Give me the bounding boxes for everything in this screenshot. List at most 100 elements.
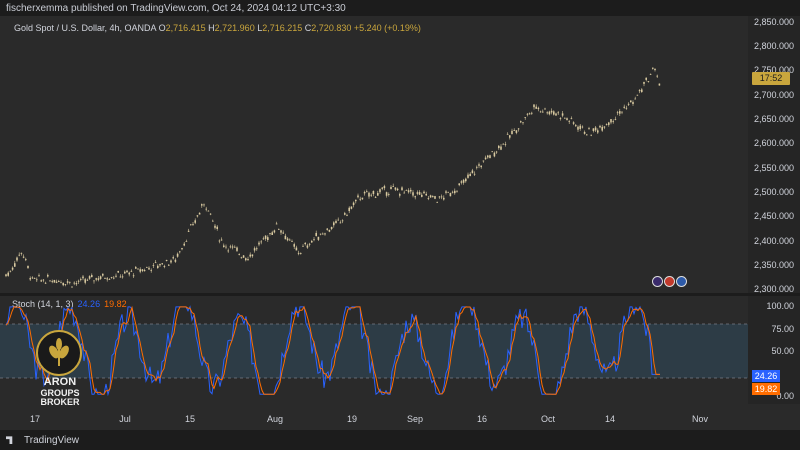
candle-body	[198, 212, 201, 215]
price-tick-label: 2,800.000	[753, 41, 794, 52]
candle-body	[627, 103, 630, 105]
candle-body	[84, 279, 86, 283]
candle-body	[229, 246, 232, 248]
candle-body	[638, 90, 641, 92]
candle-body	[102, 273, 104, 276]
candle-body	[258, 242, 260, 245]
candle-body	[634, 98, 636, 100]
candle-body	[491, 151, 493, 153]
candle-body	[454, 190, 456, 194]
candle-body	[493, 152, 496, 157]
candle-body	[5, 274, 7, 277]
candle-body	[284, 235, 287, 240]
candle-body	[592, 128, 595, 131]
candle-body	[315, 232, 317, 237]
candle-body	[484, 157, 487, 160]
stoch-tick-label: 50.00	[771, 346, 794, 356]
candle-body	[524, 117, 526, 118]
candle-body	[308, 243, 311, 245]
candle-body	[86, 279, 89, 281]
candle-body	[168, 264, 170, 266]
candle-body	[22, 256, 25, 258]
candle-body	[482, 160, 485, 162]
candle-body	[427, 198, 430, 199]
candle-body	[515, 130, 518, 133]
candle-body	[47, 274, 49, 277]
candle-body	[53, 279, 56, 283]
time-axis[interactable]: 17 Jul 15 Aug 19 Sep 16 Oct 14 Nov	[0, 407, 748, 427]
candle-body	[341, 220, 344, 222]
candle-body	[311, 240, 313, 243]
candle-body	[498, 145, 500, 149]
candle-body	[647, 81, 650, 82]
event-icon-1[interactable]	[652, 276, 663, 287]
candle-body	[645, 77, 647, 80]
price-axis[interactable]: 2,850.000 2,800.000 2,750.000 2,700.000 2,65…	[748, 16, 800, 294]
candle-body	[590, 134, 592, 136]
footer: TradingView	[0, 430, 800, 450]
candle-body	[135, 267, 137, 269]
candle-body	[295, 247, 298, 251]
broker-logo: ARON GROUPS BROKER	[34, 330, 86, 407]
us-flag-icon-2[interactable]	[676, 276, 687, 287]
candle-body	[75, 283, 78, 285]
stoch-chart[interactable]	[0, 296, 748, 404]
candle-body	[537, 107, 540, 110]
candle-body	[548, 111, 551, 115]
candle-body	[539, 111, 542, 113]
candle-body	[328, 229, 331, 232]
candle-body	[130, 270, 133, 272]
candle-body	[240, 257, 243, 259]
candle-body	[174, 259, 177, 262]
candle-body	[282, 232, 284, 234]
candle-body	[60, 282, 62, 284]
candle-body	[44, 282, 47, 284]
candle-body	[502, 143, 504, 145]
candle-body	[304, 242, 306, 245]
event-markers[interactable]	[652, 276, 694, 290]
candle-body	[139, 269, 141, 272]
candle-body	[179, 251, 181, 253]
candle-body	[423, 191, 425, 194]
tradingview-logo[interactable]: TradingView	[6, 435, 79, 446]
candle-body	[148, 267, 150, 270]
price-chart[interactable]	[0, 16, 748, 293]
stoch-k-tag: 24.26	[752, 370, 780, 382]
candle-body	[137, 268, 139, 270]
candle-body	[533, 104, 535, 108]
candle-body	[462, 179, 465, 183]
candle-body	[357, 195, 359, 198]
candle-body	[317, 236, 320, 240]
time-tick-label: 16	[476, 414, 488, 424]
candle-body	[88, 276, 91, 279]
brand-name: TradingView	[24, 435, 80, 446]
candle-body	[636, 94, 639, 96]
candle-body	[280, 230, 282, 233]
candle-body	[625, 107, 628, 109]
candle-body	[632, 102, 634, 104]
candle-body	[161, 263, 163, 265]
candle-body	[253, 248, 256, 251]
candle-body	[69, 281, 71, 283]
candle-body	[390, 186, 392, 189]
price-tick-label: 2,850.000	[753, 16, 794, 27]
price-tick-label: 2,500.000	[753, 186, 794, 197]
candle-body	[370, 194, 372, 196]
candle-body	[187, 230, 190, 232]
candle-body	[176, 253, 179, 257]
stoch-d-tag: 19.82	[752, 383, 780, 395]
candle-body	[220, 239, 223, 241]
candle-body	[264, 235, 267, 239]
candle-body	[141, 269, 144, 271]
price-tick-label: 2,400.000	[753, 235, 794, 246]
candle-body	[361, 197, 364, 200]
candle-body	[306, 245, 309, 248]
candle-body	[412, 192, 414, 196]
candle-body	[291, 241, 293, 242]
candle-body	[223, 245, 225, 247]
candle-body	[368, 192, 370, 197]
candle-body	[348, 207, 350, 212]
candle-body	[117, 270, 119, 273]
us-flag-icon-1[interactable]	[664, 276, 675, 287]
candle-body	[150, 269, 152, 271]
